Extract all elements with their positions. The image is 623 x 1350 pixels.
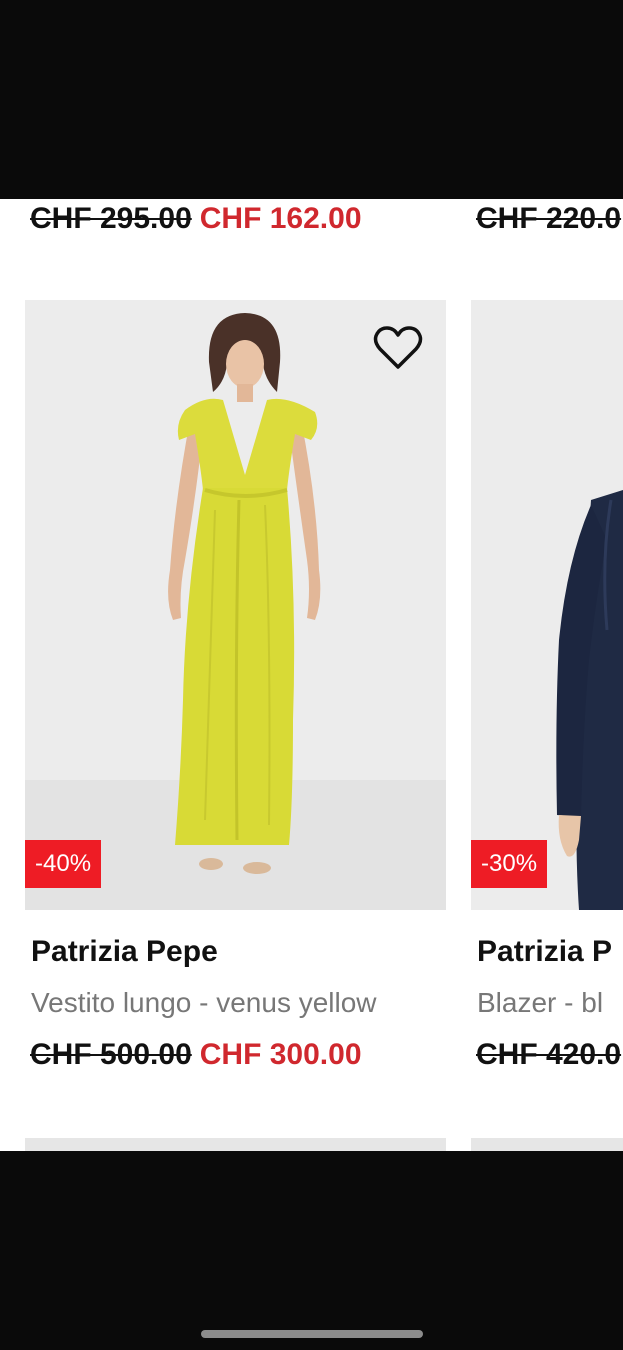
product-brand: Patrizia P xyxy=(477,935,613,968)
discount-badge: -30% xyxy=(471,840,548,888)
product-grid[interactable]: CHF 295.00 CHF 162.00 CHF 220.0 -40% Pat… xyxy=(0,199,623,1151)
next-product-image[interactable] xyxy=(25,1138,446,1151)
product-brand: Patrizia Pepe xyxy=(31,935,218,968)
yellow-dress-illustration xyxy=(25,300,446,910)
sale-price: CHF 162.00 xyxy=(199,202,362,235)
discount-badge: -40% xyxy=(25,840,102,888)
sale-price: CHF 300.00 xyxy=(199,1038,362,1071)
product-price-row: CHF 500.00 CHF 300.00 xyxy=(30,1035,362,1075)
next-product-image[interactable] xyxy=(471,1138,623,1151)
product-price-row: CHF 295.00 CHF 162.00 xyxy=(30,199,362,239)
top-black-bar xyxy=(0,0,623,199)
product-image[interactable]: -30% xyxy=(471,300,623,910)
home-indicator[interactable] xyxy=(201,1330,423,1338)
product-price-row: CHF 220.0 xyxy=(476,199,621,239)
product-name: Blazer - bl xyxy=(477,987,604,1018)
original-price: CHF 500.00 xyxy=(30,1038,192,1071)
heart-outline-icon xyxy=(373,326,423,369)
original-price: CHF 295.00 xyxy=(30,202,192,235)
original-price: CHF 420.0 xyxy=(476,1038,622,1071)
navy-blazer-illustration xyxy=(471,300,623,910)
product-price-row: CHF 420.0 xyxy=(476,1035,621,1075)
product-name: Vestito lungo - venus yellow xyxy=(31,987,377,1018)
wishlist-button[interactable] xyxy=(370,322,426,374)
bottom-black-bar xyxy=(0,1151,623,1350)
product-image[interactable]: -40% xyxy=(25,300,446,910)
original-price: CHF 220.0 xyxy=(476,202,622,235)
